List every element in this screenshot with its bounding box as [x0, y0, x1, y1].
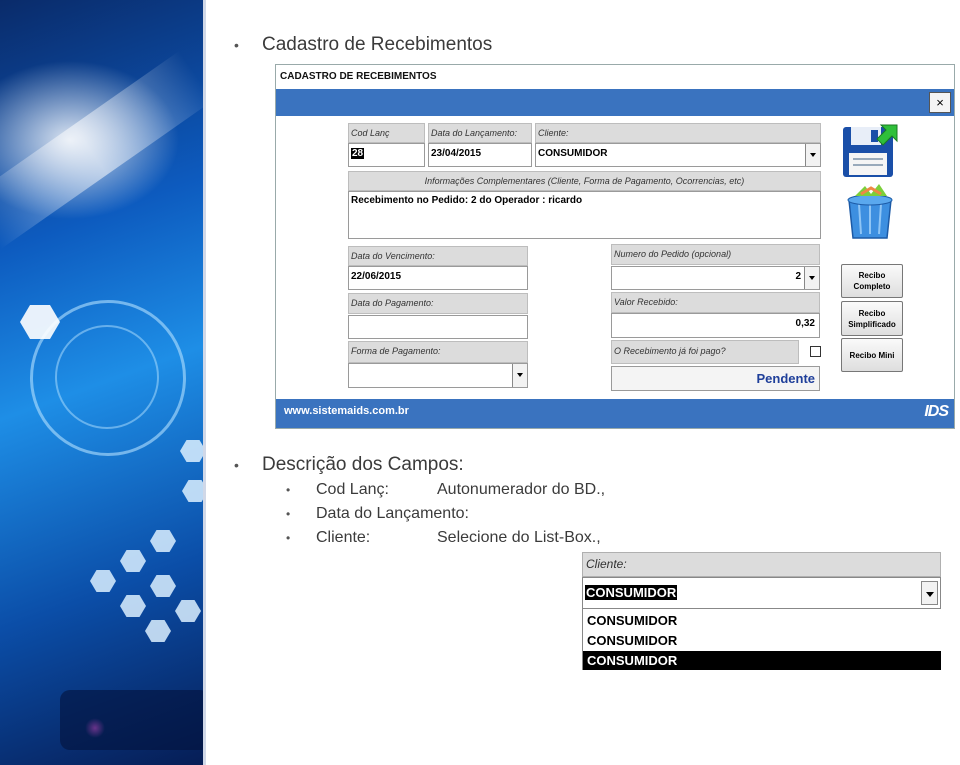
recibo-simplificado-button[interactable]: Recibo Simplificado — [841, 301, 903, 336]
data-lancamento-field[interactable]: 23/04/2015 — [428, 143, 532, 167]
valor-label: Valor Recebido: — [611, 292, 820, 313]
info-label: Informações Complementares (Cliente, For… — [348, 171, 821, 191]
pedido-combo[interactable]: 2 — [611, 266, 820, 290]
data-lancamento-label: Data do Lançamento: — [428, 123, 532, 143]
cliente-combo-zoom: Cliente: CONSUMIDOR CONSUMIDOR CONSUMIDO… — [582, 552, 941, 670]
cliente-value: CONSUMIDOR — [538, 148, 608, 159]
cod-value: 28 — [351, 148, 365, 159]
field-desc-item: • Cod Lanç: Autonumerador do BD., — [286, 481, 606, 498]
dropdown-option-selected[interactable]: CONSUMIDOR — [583, 651, 941, 670]
field-desc-name: Data do Lançamento: — [316, 505, 469, 522]
bullet-descricao-text: Descrição dos Campos: — [262, 454, 464, 475]
trash-icon[interactable] — [841, 182, 899, 240]
close-button[interactable]: × — [929, 92, 951, 113]
cod-field[interactable]: 28 — [348, 143, 425, 167]
zoom-cliente-label: Cliente: — [582, 552, 941, 577]
pedido-value: 2 — [795, 271, 801, 282]
field-desc-item: • Data do Lançamento: — [286, 505, 469, 522]
window-title: CADASTRO DE RECEBIMENTOS — [276, 65, 954, 89]
status-value: Pendente — [611, 366, 820, 391]
field-desc-name: Cliente: — [316, 529, 371, 546]
recibo-completo-button[interactable]: Recibo Completo — [841, 264, 903, 298]
save-icon[interactable] — [841, 123, 899, 179]
pedido-label: Numero do Pedido (opcional) — [611, 244, 820, 265]
cliente-label: Cliente: — [535, 123, 821, 143]
form-window: CADASTRO DE RECEBIMENTOS × Cod Lanç 28 D… — [275, 64, 955, 429]
pago-label: O Recebimento já foi pago? — [611, 340, 799, 364]
bullet-descricao: • Descrição dos Campos: — [234, 454, 464, 475]
divider — [203, 0, 206, 765]
vencimento-field[interactable]: 22/06/2015 — [348, 266, 528, 290]
cliente-combo[interactable]: CONSUMIDOR — [535, 143, 821, 167]
bullet-title-text: Cadastro de Recebimentos — [262, 34, 493, 55]
zoom-cliente-value: CONSUMIDOR — [585, 585, 678, 600]
field-desc-name: Cod Lanç: — [316, 481, 389, 498]
info-textarea[interactable]: Recebimento no Pedido: 2 do Operador : r… — [348, 191, 821, 239]
pago-checkbox[interactable] — [810, 346, 821, 357]
footer-site-link[interactable]: www.sistemaids.com.br — [284, 405, 409, 417]
cod-label: Cod Lanç — [348, 123, 425, 143]
zoom-dropdown-list: CONSUMIDOR CONSUMIDOR CONSUMIDOR — [582, 609, 941, 670]
field-desc-text: Selecione do List-Box., — [437, 529, 601, 546]
ids-logo: IDS — [924, 403, 949, 420]
chevron-down-icon[interactable] — [804, 267, 819, 289]
window-footer: www.sistemaids.com.br IDS — [276, 399, 954, 428]
field-desc-item: • Cliente: Selecione do List-Box., — [286, 529, 601, 546]
dropdown-option[interactable]: CONSUMIDOR — [583, 631, 941, 650]
decorative-side-image — [0, 0, 206, 765]
valor-field[interactable]: 0,32 — [611, 313, 820, 338]
forma-label: Forma de Pagamento: — [348, 341, 528, 363]
field-desc-text: Autonumerador do BD., — [437, 481, 606, 498]
vencimento-label: Data do Vencimento: — [348, 246, 528, 266]
chevron-down-icon[interactable] — [921, 581, 938, 605]
forma-combo[interactable] — [348, 363, 528, 388]
pagamento-field[interactable] — [348, 315, 528, 339]
form-body: Cod Lanç 28 Data do Lançamento: 23/04/20… — [280, 116, 950, 399]
chevron-down-icon[interactable] — [512, 364, 527, 387]
zoom-cliente-field[interactable]: CONSUMIDOR — [582, 577, 941, 609]
dropdown-option[interactable]: CONSUMIDOR — [583, 611, 941, 630]
window-header-band — [276, 89, 954, 116]
bullet-title: • Cadastro de Recebimentos — [234, 34, 493, 55]
chevron-down-icon[interactable] — [805, 144, 820, 166]
pagamento-label: Data do Pagamento: — [348, 293, 528, 314]
recibo-mini-button[interactable]: Recibo Mini — [841, 338, 903, 372]
